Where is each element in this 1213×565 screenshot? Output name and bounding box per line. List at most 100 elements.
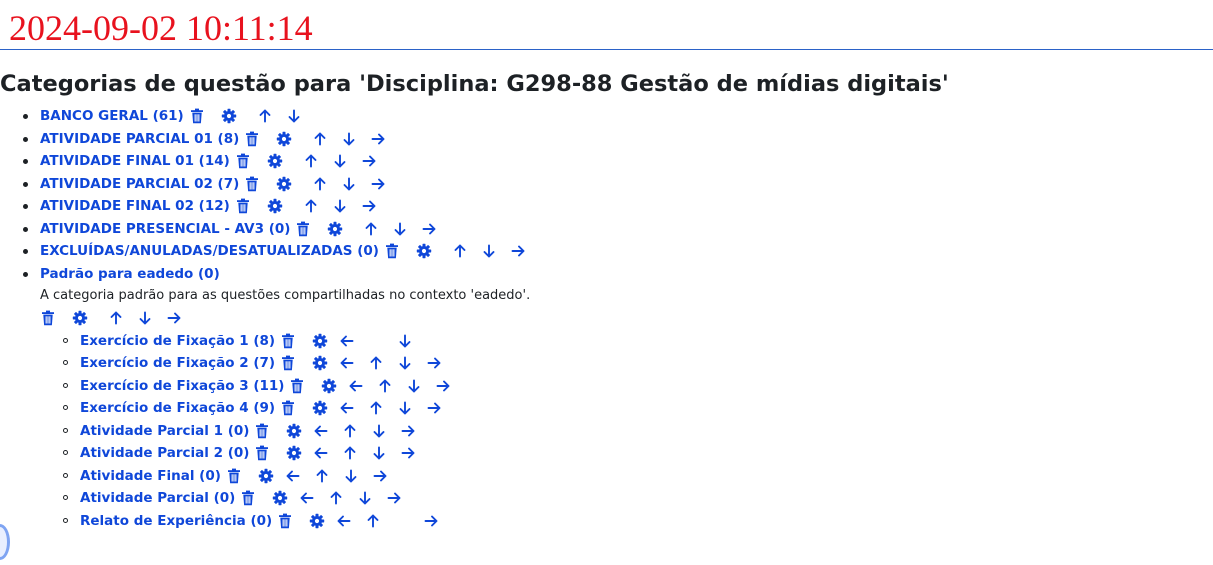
arrow-right-icon[interactable] [372, 468, 388, 484]
trash-icon[interactable] [189, 108, 205, 124]
arrow-left-icon[interactable] [336, 513, 352, 529]
trash-icon[interactable] [226, 468, 242, 484]
arrow-down-icon[interactable] [397, 355, 413, 371]
trash-icon[interactable] [254, 445, 270, 461]
category-link[interactable]: Relato de Experiência (0) [80, 513, 272, 529]
trash-icon[interactable] [40, 310, 56, 326]
arrow-up-icon[interactable] [368, 400, 384, 416]
trash-icon[interactable] [384, 243, 400, 259]
category-link[interactable]: Exercício de Fixação 4 (9) [80, 400, 275, 416]
arrow-down-icon[interactable] [371, 445, 387, 461]
gear-icon[interactable] [309, 513, 325, 529]
category-link[interactable]: Padrão para eadedo (0) [40, 266, 220, 282]
gear-icon[interactable] [286, 423, 302, 439]
arrow-left-icon[interactable] [348, 378, 364, 394]
trash-icon[interactable] [280, 400, 296, 416]
arrow-up-icon[interactable] [312, 176, 328, 192]
arrow-down-icon[interactable] [332, 198, 348, 214]
category-link[interactable]: ATIVIDADE PRESENCIAL - AV3 (0) [40, 221, 290, 237]
trash-icon[interactable] [289, 378, 305, 394]
gear-icon[interactable] [258, 468, 274, 484]
category-link[interactable]: ATIVIDADE PARCIAL 02 (7) [40, 176, 239, 192]
arrow-left-icon[interactable] [339, 333, 355, 349]
arrow-up-icon[interactable] [257, 108, 273, 124]
arrow-right-icon[interactable] [370, 131, 386, 147]
category-link[interactable]: Exercício de Fixação 3 (11) [80, 378, 284, 394]
category-link[interactable]: BANCO GERAL (61) [40, 108, 184, 124]
arrow-right-icon[interactable] [426, 355, 442, 371]
trash-icon[interactable] [240, 490, 256, 506]
category-link[interactable]: Exercício de Fixação 1 (8) [80, 333, 275, 349]
arrow-right-icon[interactable] [435, 378, 451, 394]
arrow-right-icon[interactable] [400, 445, 416, 461]
arrow-down-icon[interactable] [397, 333, 413, 349]
arrow-right-icon[interactable] [361, 198, 377, 214]
arrow-right-icon[interactable] [166, 310, 182, 326]
arrow-right-icon[interactable] [423, 513, 439, 529]
trash-icon[interactable] [277, 513, 293, 529]
category-link[interactable]: Atividade Parcial 2 (0) [80, 445, 249, 461]
arrow-up-icon[interactable] [303, 153, 319, 169]
trash-icon[interactable] [295, 221, 311, 237]
arrow-left-icon[interactable] [313, 423, 329, 439]
arrow-left-icon[interactable] [285, 468, 301, 484]
gear-icon[interactable] [276, 176, 292, 192]
arrow-down-icon[interactable] [371, 423, 387, 439]
trash-icon[interactable] [280, 355, 296, 371]
category-link[interactable]: Atividade Parcial 1 (0) [80, 423, 249, 439]
gear-icon[interactable] [327, 221, 343, 237]
arrow-up-icon[interactable] [314, 468, 330, 484]
arrow-up-icon[interactable] [377, 378, 393, 394]
arrow-up-icon[interactable] [342, 423, 358, 439]
arrow-down-icon[interactable] [357, 490, 373, 506]
gear-icon[interactable] [276, 131, 292, 147]
arrow-right-icon[interactable] [510, 243, 526, 259]
trash-icon[interactable] [254, 423, 270, 439]
arrow-down-icon[interactable] [392, 221, 408, 237]
category-link[interactable]: Atividade Final (0) [80, 468, 221, 484]
arrow-down-icon[interactable] [397, 400, 413, 416]
arrow-right-icon[interactable] [361, 153, 377, 169]
gear-icon[interactable] [221, 108, 237, 124]
arrow-down-icon[interactable] [341, 176, 357, 192]
category-link[interactable]: ATIVIDADE PARCIAL 01 (8) [40, 131, 239, 147]
category-link[interactable]: EXCLUÍDAS/ANULADAS/DESATUALIZADAS (0) [40, 243, 379, 259]
arrow-left-icon[interactable] [299, 490, 315, 506]
arrow-down-icon[interactable] [137, 310, 153, 326]
arrow-up-icon[interactable] [303, 198, 319, 214]
arrow-down-icon[interactable] [286, 108, 302, 124]
arrow-left-icon[interactable] [313, 445, 329, 461]
gear-icon[interactable] [286, 445, 302, 461]
gear-icon[interactable] [272, 490, 288, 506]
arrow-right-icon[interactable] [386, 490, 402, 506]
arrow-down-icon[interactable] [332, 153, 348, 169]
gear-icon[interactable] [321, 378, 337, 394]
arrow-left-icon[interactable] [339, 400, 355, 416]
arrow-right-icon[interactable] [426, 400, 442, 416]
arrow-right-icon[interactable] [400, 423, 416, 439]
arrow-up-icon[interactable] [312, 131, 328, 147]
gear-icon[interactable] [312, 333, 328, 349]
arrow-right-icon[interactable] [421, 221, 437, 237]
trash-icon[interactable] [280, 333, 296, 349]
gear-icon[interactable] [72, 310, 88, 326]
category-link[interactable]: ATIVIDADE FINAL 02 (12) [40, 198, 230, 214]
arrow-up-icon[interactable] [342, 445, 358, 461]
arrow-down-icon[interactable] [406, 378, 422, 394]
gear-icon[interactable] [416, 243, 432, 259]
category-link[interactable]: ATIVIDADE FINAL 01 (14) [40, 153, 230, 169]
trash-icon[interactable] [235, 198, 251, 214]
arrow-down-icon[interactable] [343, 468, 359, 484]
category-link[interactable]: Atividade Parcial (0) [80, 490, 235, 506]
arrow-up-icon[interactable] [452, 243, 468, 259]
gear-icon[interactable] [312, 355, 328, 371]
arrow-up-icon[interactable] [328, 490, 344, 506]
trash-icon[interactable] [235, 153, 251, 169]
arrow-up-icon[interactable] [363, 221, 379, 237]
arrow-down-icon[interactable] [481, 243, 497, 259]
arrow-down-icon[interactable] [341, 131, 357, 147]
gear-icon[interactable] [267, 198, 283, 214]
gear-icon[interactable] [312, 400, 328, 416]
arrow-up-icon[interactable] [368, 355, 384, 371]
trash-icon[interactable] [244, 131, 260, 147]
